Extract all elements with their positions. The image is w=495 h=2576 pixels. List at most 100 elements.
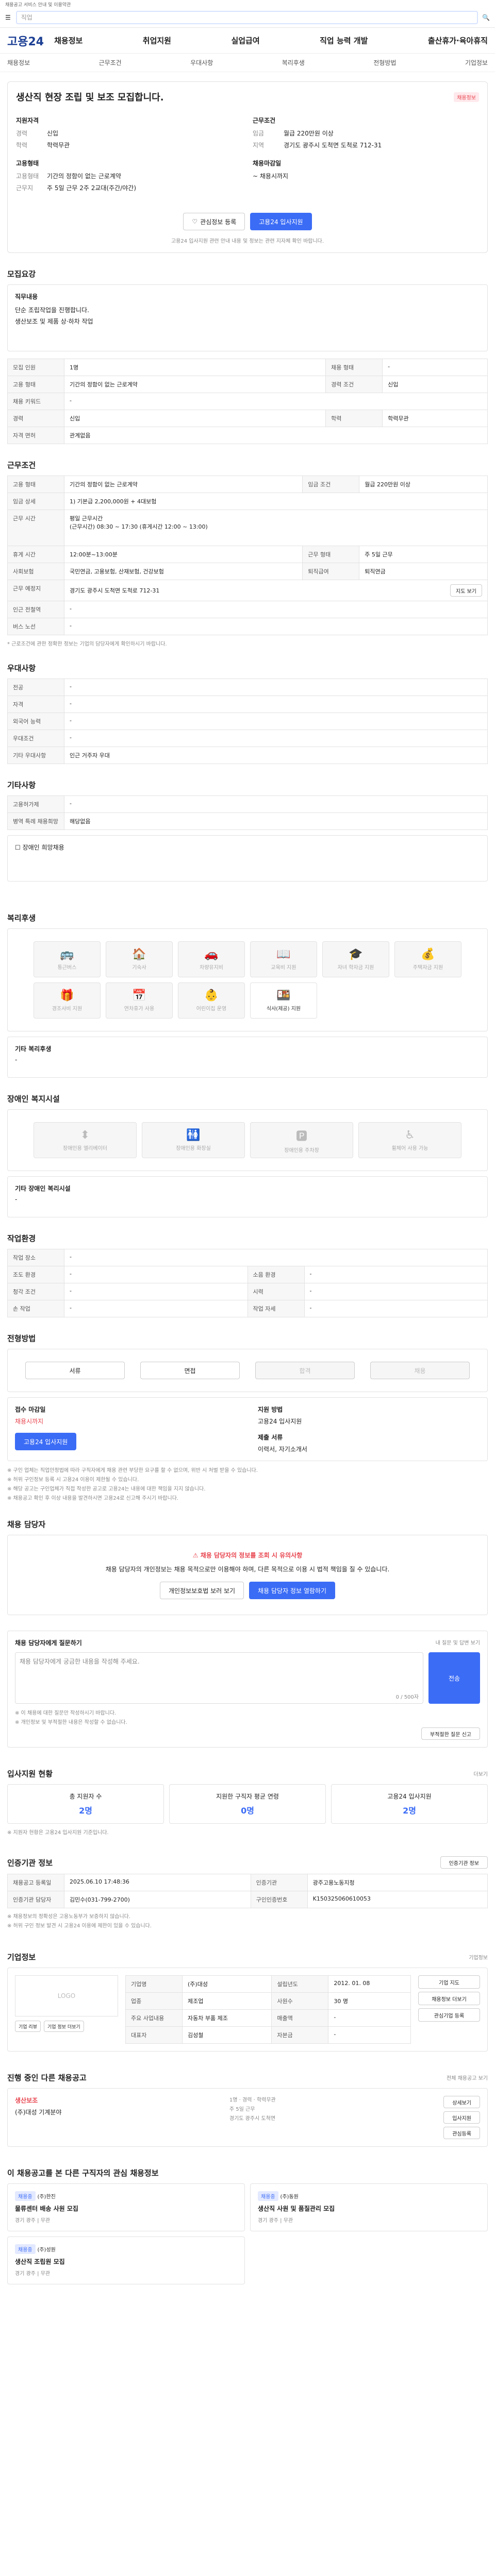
gnb: 고용24 채용정보 취업지원 실업급여 직업 능력 개발 출산휴가·육아휴직 [0,28,495,54]
inquiry-textarea[interactable]: 채용 담당자에게 궁금한 내용을 작성해 주세요. 0 / 500자 [15,1652,423,1704]
apply-footnote: 고용24 입사지원 관련 안내 내용 및 정보는 관련 지자체 확인 바랍니다. [171,239,324,244]
toilet-icon: 🚻 [186,1129,201,1142]
subnav-item[interactable]: 근무조건 [99,58,122,67]
job-title: 생산직 현장 조립 및 보조 모집합니다. [16,92,164,103]
subnav-item[interactable]: 기업정보 [465,58,488,67]
recommend-tag: 채용중 [15,2191,36,2201]
field-value: 경기도 광주시 도척면 도척로 712-31 [284,142,382,149]
gift-icon: 🎁 [60,989,74,1002]
table-value: - [64,713,488,730]
table-label: 우대조건 [7,730,64,747]
other-job-card[interactable]: 생산보조 (주)대성 기계분야 1명 · 경력 · 학력무관 주 5일 근무 경… [7,2088,488,2147]
map-button[interactable]: 지도 보기 [450,584,482,597]
welfare-label: 경조사비 지원 [52,1006,82,1012]
other-job-detail-button[interactable]: 상세보기 [443,2096,480,2108]
table-value: 기간의 정함이 없는 근로계약 [63,476,303,493]
recommend-meta: 경기 광주 | 무관 [258,2218,293,2224]
subnav-item[interactable]: 채용정보 [7,58,30,67]
table-value: 2012. 01. 08 [328,1975,411,1993]
stats-more-link[interactable]: 더보기 [473,1770,488,1777]
table-value: - [64,1283,248,1300]
section-title-recommend: 이 채용공고를 본 다른 구직자의 관심 채용정보 [7,2168,159,2178]
table-label: 고용 형태 [7,476,64,493]
table-label: 청각 조건 [7,1283,64,1300]
other-job-title[interactable]: 생산보조 [15,2096,61,2105]
subnav-item[interactable]: 전형방법 [373,58,396,67]
disabled-other-value: - [15,1196,18,1203]
facility-label: 휠체어 사용 가능 [391,1146,428,1151]
site-logo[interactable]: 고용24 [7,32,44,49]
table-value: - [64,1249,488,1266]
warning-icon: ⚠ [192,1552,201,1559]
my-questions-link[interactable]: 내 질문 및 답변 보기 [436,1638,480,1647]
stat-label: 고용24 입사지원 [387,1793,432,1800]
search-input[interactable]: 직업 [15,10,478,24]
table-value: 평일 근무시간 (근무시간) 08:30 ~ 17:30 (휴게시간 12:00… [64,510,488,546]
recommend-card[interactable]: 채용중 (주)한진 물류센터 배송 사원 모집 경기 광주 | 무관 [7,2183,245,2231]
company-more-link[interactable]: 기업정보 [469,1953,488,1961]
section-title-contact: 채용 담당자 [7,1520,46,1529]
table-label: 자격 [7,696,64,713]
gnb-item[interactable]: 취업지원 [143,35,171,46]
table-value: 퇴직연금 [359,563,488,580]
table-label: 고용 형태 [7,376,64,393]
table-value: 12:00분~13:00분 [63,546,303,563]
table-value: 인근 거주자 우대 [64,747,488,764]
company-detail-button[interactable]: 기업 정보 더보기 [43,2021,84,2032]
inquiry-title: 채용 담당자에게 질문하기 [15,1639,82,1647]
table-label: 휴게 시간 [7,546,64,563]
report-button[interactable]: 부적절한 질문 신고 [421,1727,480,1740]
send-button[interactable]: 전송 [428,1652,480,1704]
show-contact-button[interactable]: 채용 담당자 정보 열람하기 [249,1582,335,1599]
table-label: 설립년도 [271,1975,329,1993]
table-value: K150325060610053 [307,1891,488,1908]
notice-text: 채용공고 서비스 안내 및 이용약관 [5,3,71,8]
welfare-card: 📖 교육비 지원 [250,941,317,977]
subnav-item[interactable]: 복리후생 [282,58,305,67]
docs-value: 이력서, 자기소개서 [258,1446,307,1453]
info-button[interactable]: 인증기관 정보 [440,1856,488,1869]
welfare-card: 📅 연차휴가 사용 [106,982,173,1019]
stat-value: 2명 [403,1806,416,1816]
scrap-button[interactable]: ♡ 관심정보 등록 [183,213,245,230]
process-apply-button[interactable]: 고용24 입사지원 [15,1433,77,1450]
recommend-title[interactable]: 생산직 사원 및 품질관리 모집 [258,2204,480,2213]
company-review-button[interactable]: 기업 리뷰 [15,2021,41,2032]
subnav-item[interactable]: 우대사항 [190,58,213,67]
section-title-preference: 우대사항 [7,664,36,673]
table-value: 제조업 [182,1992,272,2010]
table-value: - [328,2009,411,2027]
facility-card: 🚻 장애인용 화장실 [142,1122,245,1158]
other-job-scrap-button[interactable]: 관심등록 [443,2127,480,2139]
privacy-law-button[interactable]: 개인정보보호법 보러 보기 [160,1582,244,1599]
facility-card: ♿ 휠체어 사용 가능 [358,1122,461,1158]
apply-button[interactable]: 고용24 입사지원 [250,213,312,230]
elevator-icon: ⬍ [80,1129,90,1142]
note-line: ※ 해당 공고는 구인업체가 직접 작성한 공고로 고용24는 내용에 대한 책… [7,1486,206,1492]
stat-card: 지원한 구직자 평균 연령 0명 [169,1784,326,1824]
car-icon: 🚗 [204,948,219,961]
table-value: 해당없음 [64,812,488,830]
company-follow-button[interactable]: 관심기업 등록 [418,2008,480,2022]
recommend-title[interactable]: 생산직 조립원 모집 [15,2257,237,2266]
other-job-apply-button[interactable]: 입사지원 [443,2111,480,2124]
company-jobs-button[interactable]: 채용정보 더보기 [418,1992,480,2005]
others-more-link[interactable]: 전체 채용공고 보기 [447,2074,488,2081]
field-value: 학력무관 [47,142,70,149]
gnb-item[interactable]: 직업 능력 개발 [320,35,368,46]
gnb-item[interactable]: 채용정보 [54,35,82,46]
gnb-item[interactable]: 출산휴가·육아휴직 [428,35,488,46]
recommend-card[interactable]: 채용중 (주)성원 생산직 조립원 모집 경기 광주 | 무관 [7,2236,245,2284]
table-value: - [64,730,488,747]
other-job-meta: 경력 [242,2097,252,2103]
recommend-title[interactable]: 물류센터 배송 사원 모집 [15,2204,237,2213]
gnb-item[interactable]: 실업급여 [231,35,259,46]
menu-icon[interactable]: ☰ [5,14,11,21]
table-label: 기타 우대사항 [7,747,64,764]
recommend-company: (주)동원 [280,2194,299,2200]
recommend-tag: 채용중 [258,2191,278,2201]
conditions-table: 고용 형태 기간의 정함이 없는 근로계약 임금 조건 월급 220만원 이상 임금 … [7,476,488,635]
recommend-card[interactable]: 채용중 (주)동원 생산직 사원 및 품질관리 모집 경기 광주 | 무관 [250,2183,488,2231]
search-icon[interactable]: 🔍 [482,14,490,21]
company-map-button[interactable]: 기업 지도 [418,1975,480,1989]
